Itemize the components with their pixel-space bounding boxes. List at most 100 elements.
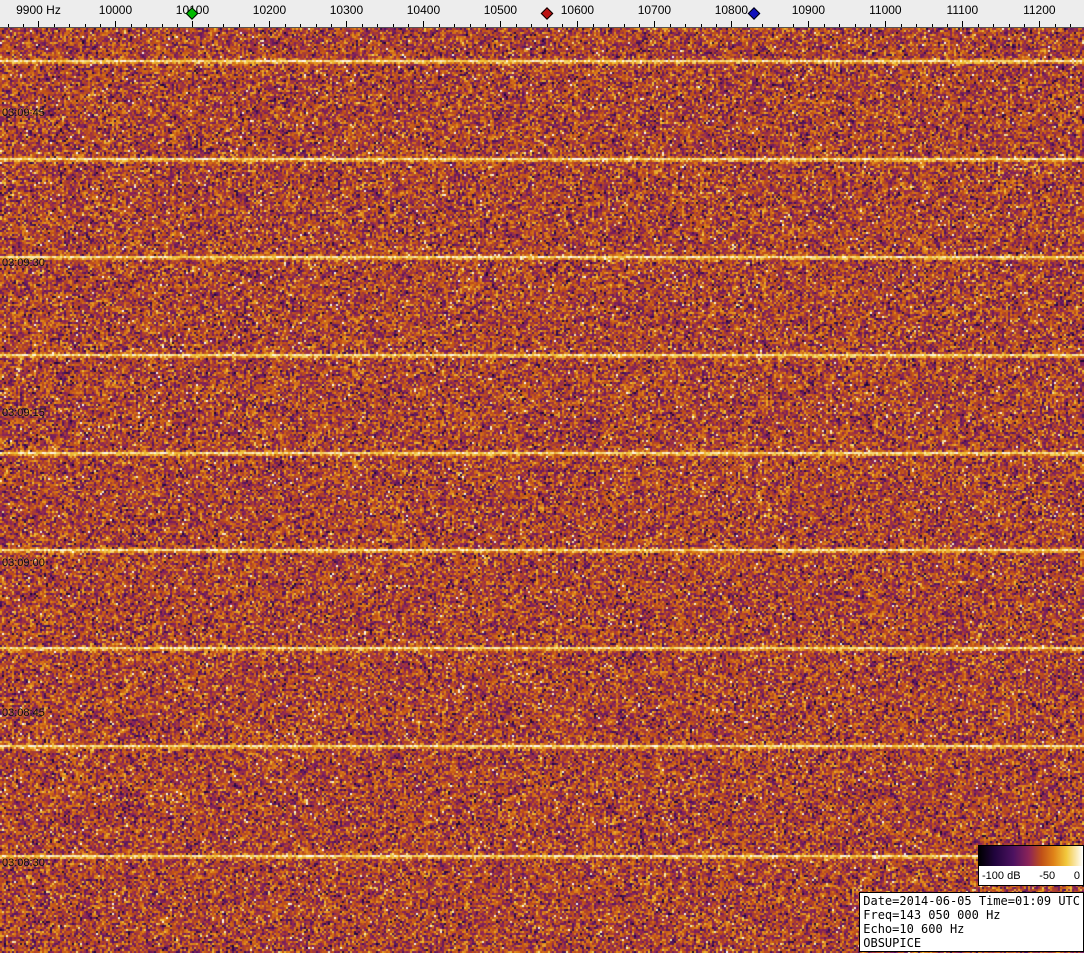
frequency-tick-label: 10900 — [792, 3, 825, 17]
minor-tick — [793, 24, 794, 27]
minor-tick — [316, 24, 317, 27]
minor-tick — [824, 24, 825, 27]
minor-tick — [516, 24, 517, 27]
frequency-tick-label: 11100 — [947, 3, 979, 17]
minor-tick — [85, 24, 86, 27]
minor-tick — [408, 24, 409, 27]
minor-tick — [870, 24, 871, 27]
minor-tick — [901, 24, 902, 27]
legend-labels: -100 dB -50 0 — [979, 866, 1083, 885]
frequency-scale[interactable]: 9900 Hz100001010010200103001040010500106… — [0, 0, 1084, 28]
major-tick — [423, 21, 424, 27]
minor-tick — [993, 24, 994, 27]
frequency-tick-label: 10700 — [638, 3, 671, 17]
time-axis-label: 03:09:00 — [2, 557, 45, 569]
minor-tick — [747, 24, 748, 27]
blue-marker-icon[interactable] — [748, 7, 761, 20]
minor-tick — [377, 24, 378, 27]
info-line: Date=2014-06-05 Time=01:09 UTC — [863, 894, 1080, 908]
minor-tick — [624, 24, 625, 27]
color-gradient-bar — [979, 846, 1083, 866]
major-tick — [731, 21, 732, 27]
time-axis-label: 03:09:30 — [2, 257, 45, 269]
minor-tick — [131, 24, 132, 27]
minor-tick — [1009, 24, 1010, 27]
minor-tick — [470, 24, 471, 27]
major-tick — [962, 21, 963, 27]
minor-tick — [146, 24, 147, 27]
frequency-tick-label: 10200 — [253, 3, 286, 17]
minor-tick — [454, 24, 455, 27]
minor-tick — [223, 24, 224, 27]
minor-tick — [762, 24, 763, 27]
minor-tick — [716, 24, 717, 27]
major-tick — [654, 21, 655, 27]
frequency-tick-label: 10000 — [99, 3, 132, 17]
frequency-tick-label: 11200 — [1023, 3, 1055, 17]
time-axis-label: 03:09:45 — [2, 107, 45, 119]
major-tick — [577, 21, 578, 27]
minor-tick — [331, 24, 332, 27]
frequency-tick-label: 10500 — [484, 3, 517, 17]
minor-tick — [23, 24, 24, 27]
time-axis-label: 03:08:45 — [2, 707, 45, 719]
frequency-tick-label: 10300 — [330, 3, 363, 17]
legend-mid-label: -50 — [1039, 870, 1055, 882]
minor-tick — [839, 24, 840, 27]
major-tick — [885, 21, 886, 27]
minor-tick — [608, 24, 609, 27]
minor-tick — [1024, 24, 1025, 27]
major-tick — [38, 21, 39, 27]
minor-tick — [8, 24, 9, 27]
minor-tick — [177, 24, 178, 27]
time-axis-label: 03:09:15 — [2, 407, 45, 419]
minor-tick — [439, 24, 440, 27]
major-tick — [115, 21, 116, 27]
minor-tick — [562, 24, 563, 27]
major-tick — [808, 21, 809, 27]
minor-tick — [300, 24, 301, 27]
major-tick — [269, 21, 270, 27]
minor-tick — [239, 24, 240, 27]
minor-tick — [855, 24, 856, 27]
minor-tick — [254, 24, 255, 27]
minor-tick — [932, 24, 933, 27]
major-tick — [1039, 21, 1040, 27]
minor-tick — [531, 24, 532, 27]
minor-tick — [485, 24, 486, 27]
minor-tick — [1055, 24, 1056, 27]
minor-tick — [778, 24, 779, 27]
major-tick — [500, 21, 501, 27]
minor-tick — [701, 24, 702, 27]
minor-tick — [54, 24, 55, 27]
info-line: Freq=143 050 000 Hz — [863, 908, 1080, 922]
frequency-tick-label: 9900 Hz — [16, 3, 61, 17]
waterfall-canvas — [0, 28, 1084, 953]
minor-tick — [593, 24, 594, 27]
minor-tick — [208, 24, 209, 27]
major-tick — [346, 21, 347, 27]
minor-tick — [916, 24, 917, 27]
info-line: OBSUPICE — [863, 936, 1080, 950]
minor-tick — [393, 24, 394, 27]
minor-tick — [285, 24, 286, 27]
minor-tick — [978, 24, 979, 27]
minor-tick — [947, 24, 948, 27]
minor-tick — [100, 24, 101, 27]
minor-tick — [547, 24, 548, 27]
minor-tick — [69, 24, 70, 27]
major-tick — [192, 21, 193, 27]
observation-info-box: Date=2014-06-05 Time=01:09 UTC Freq=143 0… — [859, 892, 1084, 952]
frequency-tick-label: 10800 — [715, 3, 748, 17]
time-axis-label: 03:08:30 — [2, 857, 45, 869]
minor-tick — [670, 24, 671, 27]
minor-tick — [639, 24, 640, 27]
frequency-tick-label: 10600 — [561, 3, 594, 17]
frequency-tick-label: 11000 — [869, 3, 901, 17]
minor-tick — [685, 24, 686, 27]
info-line: Echo=10 600 Hz — [863, 922, 1080, 936]
color-scale-legend: -100 dB -50 0 — [978, 845, 1084, 886]
minor-tick — [362, 24, 363, 27]
minor-tick — [1070, 24, 1071, 27]
red-marker-icon[interactable] — [540, 7, 553, 20]
